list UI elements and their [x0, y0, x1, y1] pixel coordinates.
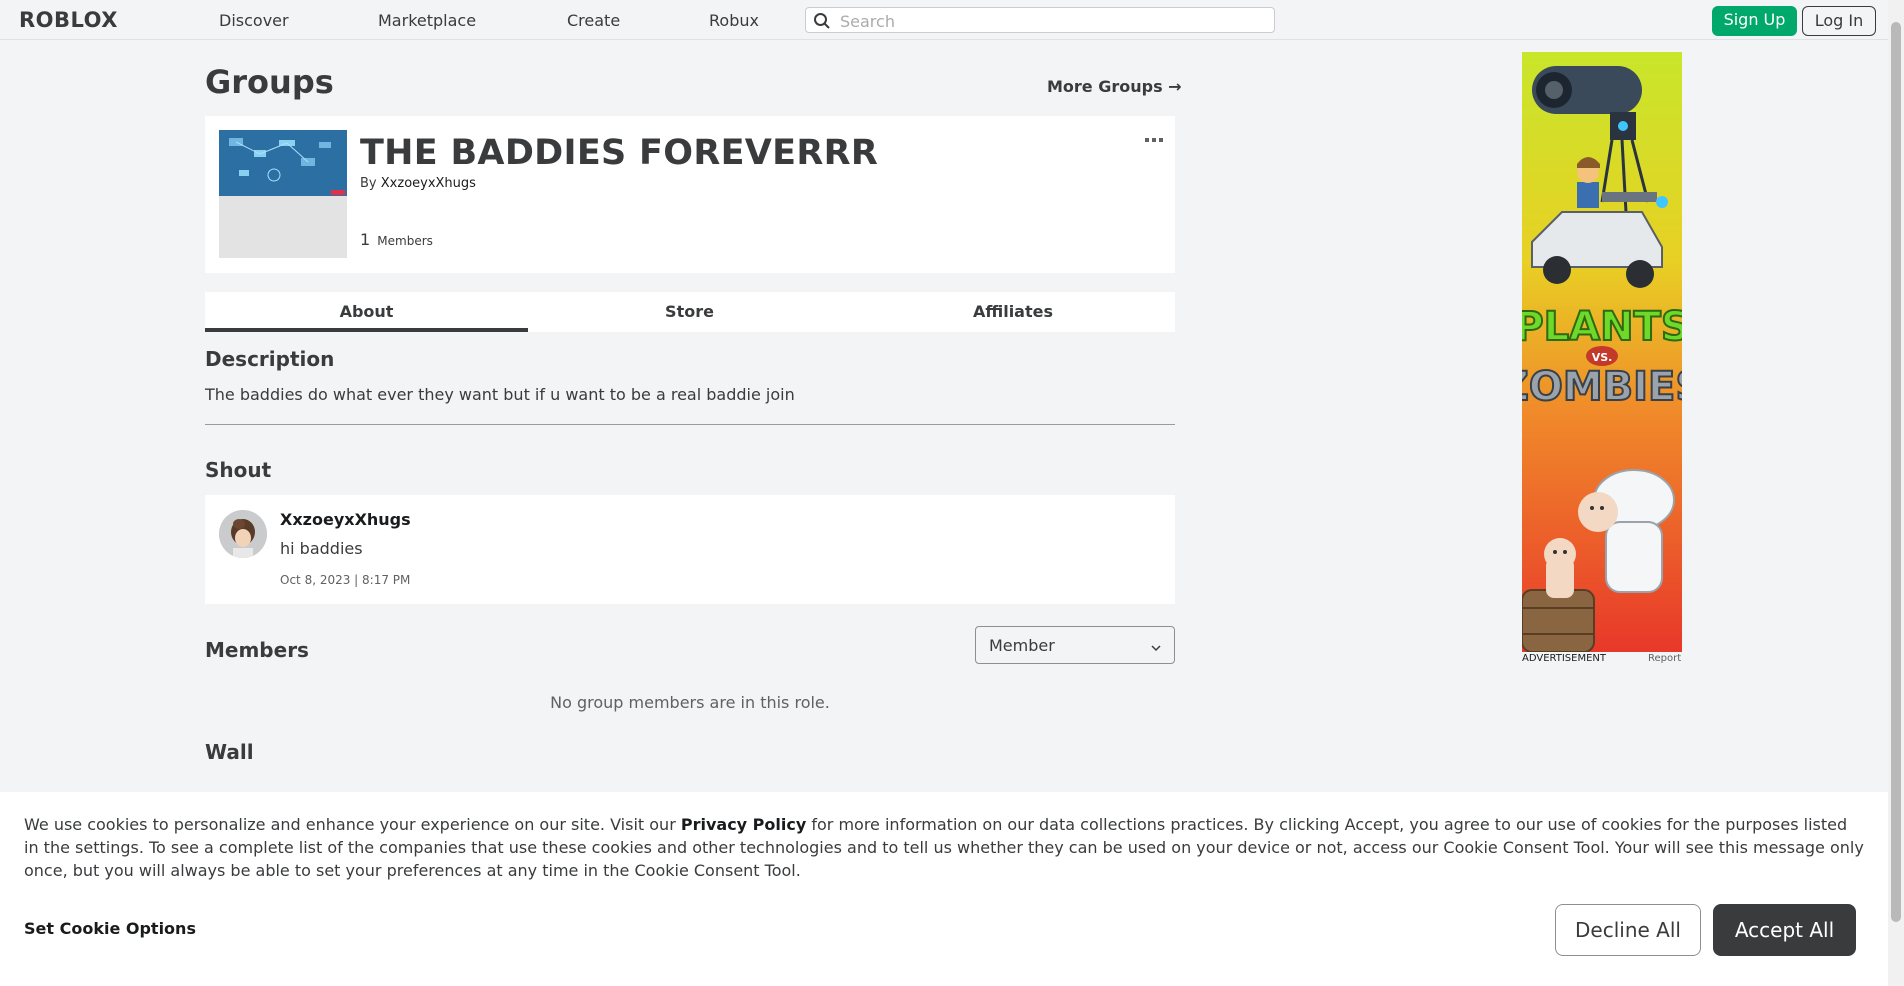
report-ad-link[interactable]: Report — [1648, 653, 1681, 664]
group-owner-line: By XxzoeyxXhugs — [360, 176, 476, 191]
page-title: Groups — [205, 63, 334, 101]
advertisement-banner[interactable]: PLANTS VS. ZOMBIES — [1522, 52, 1682, 652]
nav-discover[interactable]: Discover — [219, 11, 289, 30]
members-heading: Members — [205, 638, 309, 662]
nav-robux[interactable]: Robux — [709, 11, 759, 30]
search-input[interactable] — [838, 10, 1262, 32]
cookie-message: We use cookies to personalize and enhanc… — [24, 813, 1864, 882]
decline-all-button[interactable]: Decline All — [1555, 904, 1701, 956]
shout-heading: Shout — [205, 458, 272, 482]
group-emblem-thumbnail — [219, 130, 347, 196]
chevron-down-icon — [1150, 639, 1162, 658]
shout-timestamp: Oct 8, 2023 | 8:17 PM — [280, 573, 411, 587]
role-dropdown[interactable]: Member — [975, 626, 1175, 664]
sign-up-button[interactable]: Sign Up — [1712, 6, 1797, 36]
group-header-card: THE BADDIES FOREVERRR By XxzoeyxXhugs 1 … — [205, 116, 1175, 273]
ad-title-zombies: ZOMBIES — [1522, 364, 1682, 410]
member-count-value: 1 — [360, 230, 371, 249]
tab-about[interactable]: About — [205, 292, 528, 332]
shout-username[interactable]: XxzoeyxXhugs — [280, 510, 411, 529]
top-navigation-bar: ROBLOX Discover Marketplace Create Robux… — [0, 0, 1904, 40]
role-dropdown-value: Member — [989, 636, 1055, 655]
description-heading: Description — [205, 347, 335, 371]
more-groups-link[interactable]: More Groups → — [1047, 77, 1182, 96]
group-owner-link[interactable]: XxzoeyxXhugs — [381, 176, 476, 191]
scrollbar-thumb[interactable] — [1891, 22, 1901, 922]
log-in-button[interactable]: Log In — [1802, 6, 1876, 36]
group-by-prefix: By — [360, 176, 377, 191]
avatar[interactable] — [219, 510, 267, 558]
wall-heading: Wall — [205, 740, 254, 764]
accept-all-button[interactable]: Accept All — [1713, 904, 1856, 956]
nav-create[interactable]: Create — [567, 11, 620, 30]
group-member-count: 1 Members — [360, 230, 433, 249]
shout-card: XxzoeyxXhugs hi baddies Oct 8, 2023 | 8:… — [205, 495, 1175, 604]
advertisement-label: ADVERTISEMENT — [1522, 653, 1607, 664]
ad-title-plants: PLANTS — [1522, 304, 1682, 350]
cookie-banner: We use cookies to personalize and enhanc… — [0, 792, 1888, 986]
tab-store[interactable]: Store — [528, 292, 851, 332]
ad-title-vs: VS. — [1592, 351, 1613, 364]
group-tabs: About Store Affiliates — [205, 292, 1175, 332]
roblox-logo[interactable]: ROBLOX — [19, 8, 118, 32]
ellipsis-icon[interactable] — [1145, 130, 1163, 149]
tab-affiliates[interactable]: Affiliates — [851, 292, 1175, 332]
nav-marketplace[interactable]: Marketplace — [378, 11, 476, 30]
cookie-text-before: We use cookies to personalize and enhanc… — [24, 815, 681, 834]
group-emblem-image — [219, 130, 347, 258]
member-count-label: Members — [377, 234, 433, 248]
privacy-policy-link[interactable]: Privacy Policy — [681, 815, 806, 834]
vertical-scrollbar[interactable] — [1888, 0, 1904, 986]
description-text: The baddies do what ever they want but i… — [205, 385, 795, 404]
divider — [205, 424, 1175, 425]
set-cookie-options-link[interactable]: Set Cookie Options — [24, 919, 196, 938]
no-members-message: No group members are in this role. — [550, 693, 830, 712]
shout-message: hi baddies — [280, 539, 363, 558]
group-name: THE BADDIES FOREVERRR — [360, 133, 879, 173]
search-icon — [813, 12, 831, 34]
search-box — [805, 7, 1275, 33]
